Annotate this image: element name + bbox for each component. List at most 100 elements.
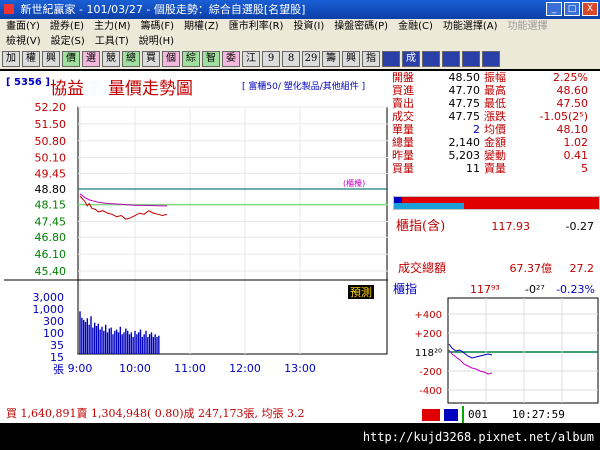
toolbar-button[interactable]: 綜 (182, 51, 200, 67)
x-tick-label: 10:00 (119, 362, 151, 375)
quote-v2: -1.05(2⁵) (539, 110, 588, 123)
menu-item[interactable]: 金融(C) (398, 19, 433, 34)
menu-item[interactable]: 檢視(V) (6, 34, 41, 49)
index-change: -0.27 (566, 220, 594, 233)
quote-l2: 變動 (484, 149, 506, 162)
quote-l1: 總量 (392, 136, 414, 149)
quote-v2: 47.50 (556, 97, 589, 110)
x-tick-label: 12:00 (229, 362, 261, 375)
toolbar-button[interactable]: 興 (42, 51, 60, 67)
toolbar-button[interactable]: 籌 (322, 51, 340, 67)
quote-l2: 賣量 (484, 162, 506, 175)
toolbar-button[interactable] (442, 51, 460, 67)
toolbar-button[interactable]: 智 (202, 51, 220, 67)
toolbar: 加權興價選競總買個綜智委江 9 8 29 籌興指成 (0, 49, 600, 69)
toolbar-button[interactable]: 29 (302, 51, 320, 67)
index-mini-chart[interactable]: 櫃指 117⁹³ -0²⁷ -0.23% +400 +200 118²⁰ -20… (390, 278, 600, 405)
y-tick-label: 50.80 (35, 135, 67, 148)
price-volume-chart[interactable]: 52.20 51.50 50.80 50.10 49.45 48.80 48.15 47.45… (0, 71, 388, 405)
x-tick-label: 9:00 (68, 362, 93, 375)
menu-item[interactable]: 操盤密碼(P) (334, 19, 388, 34)
menu-item[interactable]: 功能選擇(A) (443, 19, 498, 34)
window-controls: _ □ X (546, 2, 598, 16)
menu-item[interactable]: 設定(S) (51, 34, 85, 49)
quote-row: 賣出 47.75 最低 47.50 (390, 97, 600, 110)
menu-item[interactable]: 匯市利率(R) (229, 19, 284, 34)
y-tick-label: 48.15 (35, 199, 67, 212)
toolbar-button[interactable]: 個 (162, 51, 180, 67)
toolbar-button[interactable]: 成 (402, 51, 420, 67)
quote-l2: 最低 (484, 97, 506, 110)
mini-index-pct: -0.23% (556, 283, 595, 296)
main-area: [ 5356 ] 協益 量價走勢圖 [ 富櫃50/ 塑化製品/其他組件 ] 52… (0, 71, 600, 405)
toolbar-button[interactable]: 興 (342, 51, 360, 67)
mini-index-value: 117⁹³ (470, 283, 500, 296)
menu-item[interactable]: 主力(M) (94, 19, 130, 34)
menu-item[interactable]: 期權(Z) (184, 19, 219, 34)
toolbar-button[interactable]: 競 (102, 51, 120, 67)
y-tick-label: 52.20 (35, 101, 67, 114)
maximize-button[interactable]: □ (564, 2, 580, 16)
y-tick-label: 45.40 (35, 265, 67, 278)
toolbar-button[interactable]: 加 (2, 51, 20, 67)
quote-l1: 買量 (392, 162, 414, 175)
x-tick-label: 13:00 (284, 362, 316, 375)
quote-v2: 2.25% (553, 71, 588, 84)
quote-l2: 均價 (484, 123, 506, 136)
menu-item[interactable]: 工具(T) (95, 34, 129, 49)
menu-item[interactable]: 籌碼(F) (140, 19, 174, 34)
toolbar-button[interactable]: 委 (222, 51, 240, 67)
toolbar-button[interactable]: 權 (22, 51, 40, 67)
quote-v2: 48.60 (556, 84, 589, 97)
toolbar-button[interactable]: 江 (242, 51, 260, 67)
mini-tick: -400 (419, 386, 442, 397)
index-value: 117.93 (492, 220, 531, 233)
menu-item[interactable]: 證券(E) (50, 19, 84, 34)
status-indicator-blue (444, 409, 458, 421)
y-tick-label: 51.50 (35, 118, 67, 131)
y-tick-label: 46.10 (35, 248, 67, 261)
menu-item[interactable]: 說明(H) (139, 34, 174, 49)
toolbar-button[interactable]: 總 (122, 51, 140, 67)
x-tick-label: 11:00 (174, 362, 206, 375)
quote-l1: 買進 (392, 84, 414, 97)
close-button[interactable]: X (582, 2, 598, 16)
quote-v1: 48.50 (448, 71, 481, 84)
predict-button[interactable]: 預測 (350, 285, 372, 299)
quote-panel: 開盤 48.50 振幅 2.25% 買進 47.70 最高 48.60 賣出 47.75 最低 47.… (390, 71, 600, 195)
bid-ask-strip (393, 196, 600, 210)
menu-item[interactable]: 投資(I) (293, 19, 324, 34)
status-code: 001 (462, 406, 488, 423)
volume-tick-label: 張 (53, 363, 64, 376)
status-right: 001 10:27:59 (422, 406, 565, 423)
toolbar-button[interactable]: 價 (62, 51, 80, 67)
clock: 10:27:59 (511, 408, 565, 421)
quote-v1: 47.75 (448, 97, 481, 110)
y-tick-label: 46.80 (35, 231, 67, 244)
quote-l1: 成交 (392, 110, 414, 123)
status-indicator-red (422, 409, 440, 421)
toolbar-button[interactable] (462, 51, 480, 67)
y-tick-label: 49.45 (35, 167, 67, 180)
toolbar-button[interactable]: 買 (142, 51, 160, 67)
toolbar-button[interactable]: 8 (282, 51, 300, 67)
quote-row: 昨量 5,203 變動 0.41 (390, 149, 600, 162)
y-tick-label: 48.80 (35, 183, 67, 196)
toolbar-button[interactable] (382, 51, 400, 67)
menu-item-disabled: 功能選擇 (507, 21, 548, 32)
quote-v2: 48.10 (556, 123, 589, 136)
quote-l1: 昨量 (392, 149, 414, 162)
index-label: 櫃指(含) (396, 218, 445, 234)
app-icon (4, 4, 14, 14)
toolbar-button[interactable]: 9 (262, 51, 280, 67)
toolbar-button[interactable]: 選 (82, 51, 100, 67)
title-bar: 新世紀贏家 - 101/03/27 - 個股走勢：綜合自選股[名望股] _ □ … (0, 0, 600, 19)
quote-row: 單量 2 均價 48.10 (390, 123, 600, 136)
minimize-button[interactable]: _ (546, 2, 562, 16)
toolbar-button[interactable] (422, 51, 440, 67)
market-summary: 買 1,640,891賣 1,304,948( 0.80)成 247,173張,… (6, 407, 305, 420)
toolbar-button[interactable]: 指 (362, 51, 380, 67)
menu-item[interactable]: 畫面(Y) (6, 19, 40, 34)
toolbar-button[interactable] (482, 51, 500, 67)
quote-v1: 5,203 (448, 149, 481, 162)
